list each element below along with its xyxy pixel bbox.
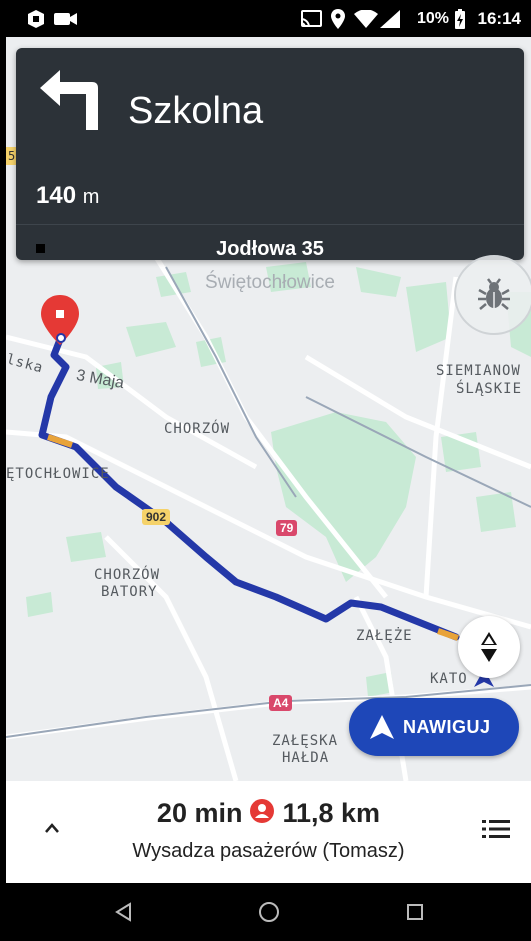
trip-summary: 20 min 11,8 km — [6, 798, 531, 829]
bug-icon — [478, 278, 510, 310]
debug-button[interactable] — [454, 255, 531, 335]
map-label-slaskie: ŚLĄSKIE — [456, 381, 523, 397]
battery-charging-icon — [455, 0, 465, 37]
road-shield-902: 902 — [142, 509, 171, 525]
distance-value: 140 — [36, 182, 77, 209]
destination-address: Jodłowa 35 — [216, 238, 324, 260]
instruction-card[interactable]: Szkolna 140 m Jodłowa 35 Świętochłowice — [16, 48, 524, 293]
trip-distance: 11,8 km — [282, 798, 381, 828]
trip-status: Wysadza pasażerów (Tomasz) — [132, 840, 405, 862]
destination-city: Świętochłowice — [205, 272, 335, 293]
navigate-button[interactable]: NAWIGUJ — [349, 698, 519, 756]
map-label-zaleska-halda-2: HAŁDA — [282, 750, 330, 766]
map-label-siemianowice: SIEMIANOW — [436, 363, 521, 379]
road-shield-79: 79 — [276, 520, 298, 536]
back-icon — [115, 902, 131, 922]
navigate-button-label: NAWIGUJ — [403, 716, 491, 737]
signal-icon — [380, 0, 400, 37]
video-camera-icon — [54, 0, 78, 37]
screen: 10% 16:14 lska 3 Maja SIEMIANOW ŚLĄSKIE … — [6, 0, 531, 941]
location-icon — [331, 0, 345, 37]
battery-percent: 10% — [416, 9, 449, 27]
back-button[interactable] — [114, 883, 134, 941]
trip-panel[interactable]: 20 min 11,8 km Wysadza pasażerów (Tomasz… — [6, 781, 531, 883]
wifi-icon — [354, 0, 378, 37]
turn-left-icon — [40, 70, 98, 130]
compass-button[interactable] — [458, 616, 520, 678]
compass-icon — [481, 632, 497, 662]
clock: 16:14 — [477, 8, 521, 28]
map-label-zaleze: ZAŁĘŻE — [356, 628, 413, 644]
recents-icon — [407, 904, 423, 920]
map-label-swietochlowice: ĘTOCHŁOWICE — [6, 466, 110, 482]
app-icon — [26, 0, 46, 37]
map-label-zaleska-halda-1: ZAŁĘSKA — [272, 733, 339, 749]
railways — [6, 266, 531, 738]
map-label-chorzow: CHORZÓW — [164, 421, 231, 437]
trip-eta: 20 min — [156, 798, 243, 828]
navigation-arrow-icon — [370, 715, 394, 739]
map-label-chorzow-batory-2: BATORY — [101, 584, 158, 600]
map-label-katowice: KATO — [430, 671, 468, 687]
route-list-button[interactable] — [482, 819, 510, 844]
home-button[interactable] — [258, 883, 280, 941]
road-shield-a4: A4 — [269, 695, 293, 711]
distance-unit: m — [82, 186, 100, 208]
passenger-icon — [250, 798, 275, 823]
destination-pin-icon — [41, 295, 79, 345]
card-divider — [16, 224, 524, 225]
system-nav-bar — [6, 883, 531, 941]
map-label-chorzow-batory-1: CHORZÓW — [94, 567, 161, 583]
recents-button[interactable] — [406, 883, 424, 941]
street-name: Szkolna — [128, 90, 264, 132]
list-icon — [482, 820, 510, 838]
home-icon — [259, 902, 279, 922]
traffic-segment — [437, 628, 459, 641]
cast-icon — [300, 0, 322, 37]
maneuver-distance: 140 m — [36, 182, 99, 210]
status-bar: 10% 16:14 — [6, 0, 531, 37]
